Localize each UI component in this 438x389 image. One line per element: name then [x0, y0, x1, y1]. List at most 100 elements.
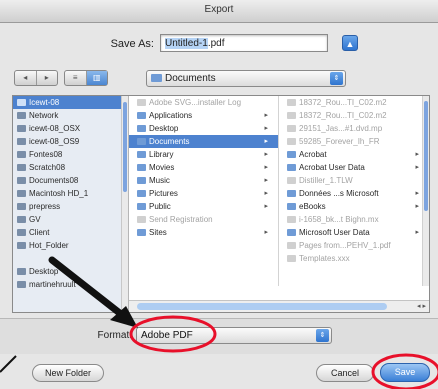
list-item[interactable]: Documents ▸ [129, 135, 278, 148]
save-button[interactable]: Save [380, 363, 430, 382]
list-item[interactable]: Distiller_1.TLW [279, 174, 429, 187]
list-item[interactable]: Pages from...PEHV_1.pdf [279, 239, 429, 252]
format-bar: Format: Adobe PDF ⇕ [0, 318, 438, 354]
file-icon [287, 112, 296, 119]
list-item-label: Distiller_1.TLW [299, 176, 353, 185]
list-item[interactable]: Acrobat ▸ [279, 148, 429, 161]
list-item[interactable]: 29151_Jas...#1.dvd.mp [279, 122, 429, 135]
export-dialog: Export Save As: Untitled-1.pdf ▲ ◂ ▸ ≡ ▥… [0, 0, 438, 389]
list-item-label: Données ...s Microsoft [299, 189, 379, 198]
folder-icon [137, 203, 146, 210]
list-item[interactable]: Templates.xxx [279, 252, 429, 265]
sidebar-item[interactable]: Icewt-08 [13, 96, 128, 109]
sidebar-item[interactable]: icewt-08_OSX [13, 122, 128, 135]
list-view-button[interactable]: ≡ [65, 71, 86, 85]
location-popup[interactable]: Documents ⇕ [146, 70, 346, 87]
sidebar-item-label: prepress [29, 202, 61, 211]
save-as-field[interactable]: Untitled-1.pdf [160, 34, 328, 52]
file-icon [287, 125, 296, 132]
scroll-thumb[interactable] [424, 101, 428, 211]
list-item-label: 18372_Rou...TI_C02.m2 [299, 111, 387, 120]
sidebar-item[interactable]: Desktop [13, 265, 128, 278]
list-item[interactable]: Pictures ▸ [129, 187, 278, 200]
sidebar-item[interactable]: Macintosh HD_1 [13, 187, 128, 200]
hard-drive-icon [17, 177, 26, 184]
scroll-arrows-icon[interactable]: ◂ ▸ [417, 301, 426, 312]
file-icon [287, 255, 296, 262]
folder-icon [287, 203, 296, 210]
chevron-right-icon: ▸ [415, 203, 419, 210]
file-icon [287, 177, 296, 184]
sidebar-item[interactable]: Network [13, 109, 128, 122]
forward-button[interactable]: ▸ [35, 71, 58, 85]
list-item[interactable]: eBooks ▸ [279, 200, 429, 213]
list-item[interactable]: Movies ▸ [129, 161, 278, 174]
sidebar-item[interactable]: Hot_Folder [13, 239, 128, 252]
sidebar-item[interactable]: Client [13, 226, 128, 239]
list-item[interactable]: Données ...s Microsoft ▸ [279, 187, 429, 200]
hard-drive-icon [17, 138, 26, 145]
new-folder-button[interactable]: New Folder [32, 364, 104, 382]
list-item[interactable]: Microsoft User Data ▸ [279, 226, 429, 239]
folder-icon [151, 74, 162, 82]
sidebar-item[interactable]: Fontes08 [13, 148, 128, 161]
folder-icon [287, 190, 296, 197]
popup-arrows-icon: ⇕ [330, 72, 343, 85]
list-item[interactable]: Desktop ▸ [129, 122, 278, 135]
list-item-label: Documents [149, 137, 190, 146]
list-item[interactable]: Public ▸ [129, 200, 278, 213]
list-item-label: eBooks [299, 202, 326, 211]
sidebar-scrollbar[interactable] [121, 96, 128, 312]
scroll-thumb[interactable] [137, 303, 387, 310]
sidebar-item[interactable]: GV [13, 213, 128, 226]
list-item[interactable]: Applications ▸ [129, 109, 278, 122]
list-item[interactable]: 18372_Rou...TI_C02.m2 [279, 96, 429, 109]
list-item[interactable]: Acrobat User Data ▸ [279, 161, 429, 174]
sidebar-item[interactable]: Documents08 [13, 174, 128, 187]
list-item[interactable]: Send Registration [129, 213, 278, 226]
list-item[interactable]: Sites ▸ [129, 226, 278, 239]
sidebar-item[interactable]: Scratch08 [13, 161, 128, 174]
chevron-right-icon: ▸ [264, 229, 268, 236]
list-item[interactable]: i-1658_bk...t Bighn.mx [279, 213, 429, 226]
list-item-label: Pages from...PEHV_1.pdf [299, 241, 391, 250]
cancel-button[interactable]: Cancel [316, 364, 374, 382]
server-icon [17, 203, 26, 210]
scroll-thumb[interactable] [123, 102, 127, 192]
column-view-button[interactable]: ▥ [85, 71, 107, 85]
list-item-label: Pictures [149, 189, 178, 198]
column-scrollbar[interactable] [422, 96, 429, 286]
back-button[interactable]: ◂ [15, 71, 36, 85]
format-popup[interactable]: Adobe PDF ⇕ [136, 327, 332, 344]
list-item[interactable]: Music ▸ [129, 174, 278, 187]
list-item[interactable]: Adobe SVG...installer Log [129, 96, 278, 109]
folder-icon [137, 164, 146, 171]
sidebar-item[interactable]: martinehruult [13, 278, 128, 291]
collapse-browser-button[interactable]: ▲ [342, 35, 358, 51]
horizontal-scrollbar[interactable]: ◂ ▸ [129, 300, 429, 312]
sidebar-item-label: Client [29, 228, 50, 237]
file-browser: Icewt-08 Network icewt-08_OSX icewt-08_O… [12, 95, 430, 313]
folder-icon [137, 138, 146, 145]
sidebar-item[interactable]: prepress [13, 200, 128, 213]
chevron-right-icon: ▸ [264, 177, 268, 184]
chevron-right-icon: ▸ [264, 112, 268, 119]
file-icon [137, 216, 146, 223]
list-item-label: Send Registration [149, 215, 213, 224]
hard-drive-icon [17, 164, 26, 171]
sidebar-item-label: Macintosh HD_1 [29, 189, 89, 198]
back-forward-buttons: ◂ ▸ [14, 70, 58, 86]
server-icon [17, 229, 26, 236]
sidebar: Icewt-08 Network icewt-08_OSX icewt-08_O… [13, 96, 129, 312]
save-as-label: Save As: [110, 38, 154, 50]
save-as-selected-text: Untitled-1 [165, 38, 208, 49]
sidebar-item[interactable]: icewt-08_OS9 [13, 135, 128, 148]
list-item[interactable]: 18372_Rou...TI_C02.m2 [279, 109, 429, 122]
title-bar: Export [0, 0, 438, 23]
list-item[interactable]: Library ▸ [129, 148, 278, 161]
list-item[interactable]: 59285_Forever_Ih_FR [279, 135, 429, 148]
file-icon [287, 242, 296, 249]
location-label: Documents [165, 73, 216, 84]
sidebar-item-label: GV [29, 215, 41, 224]
home-icon [17, 281, 26, 288]
